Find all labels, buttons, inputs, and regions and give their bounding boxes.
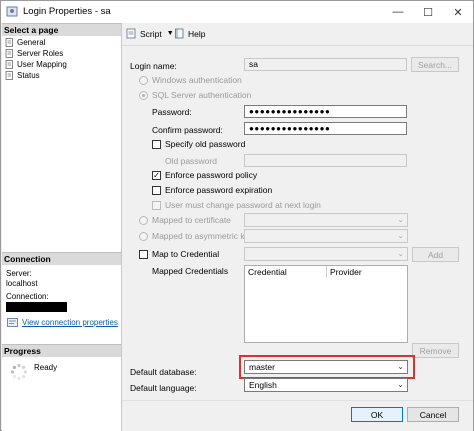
specify-old-password-label: Specify old password: [165, 139, 246, 149]
page-item-user-mapping[interactable]: User Mapping: [5, 59, 67, 69]
minimize-button[interactable]: —: [383, 1, 413, 23]
select-page-header: Select a page: [2, 23, 121, 36]
cancel-button[interactable]: Cancel: [407, 407, 459, 422]
page-icon: [5, 70, 13, 80]
redacted-connection-value: [6, 302, 67, 312]
default-language-dropdown[interactable]: English ⌄: [244, 378, 408, 392]
progress-status: Ready: [34, 363, 58, 372]
close-button[interactable]: ✕: [443, 1, 473, 23]
password-field[interactable]: ●●●●●●●●●●●●●●●: [244, 105, 407, 118]
server-label: Server:: [6, 269, 32, 278]
windows-auth-label: Windows authentication: [152, 75, 242, 85]
mapped-asym-key-label: Mapped to asymmetric key: [152, 231, 254, 241]
page-item-status[interactable]: Status: [5, 70, 40, 80]
password-label: Password:: [152, 107, 192, 117]
help-icon: [175, 28, 184, 39]
mapped-credentials-grid[interactable]: Credential Provider: [244, 265, 408, 343]
close-icon: ✕: [453, 6, 463, 19]
page-item-label: User Mapping: [17, 59, 67, 69]
view-connection-properties-link[interactable]: View connection properties: [7, 318, 118, 327]
enforce-policy-checkbox[interactable]: ✓: [152, 171, 161, 180]
connection-properties-icon: [7, 318, 18, 327]
page-item-label: Status: [17, 70, 40, 80]
toolbar: Script ▼ Help: [122, 23, 473, 46]
login-name-label: Login name:: [130, 61, 177, 71]
windows-auth-radio[interactable]: [139, 76, 148, 85]
mapped-asym-key-radio[interactable]: [139, 232, 148, 241]
add-credential-button[interactable]: Add: [412, 247, 459, 262]
map-credential-label: Map to Credential: [152, 249, 220, 259]
page-item-server-roles[interactable]: Server Roles: [5, 48, 63, 58]
help-button[interactable]: Help: [174, 28, 205, 39]
mapped-certificate-label: Mapped to certificate: [152, 215, 231, 225]
page-icon: [5, 48, 13, 58]
page-icon: [5, 59, 13, 69]
help-label: Help: [188, 28, 206, 39]
view-connection-link-text: View connection properties: [22, 318, 118, 327]
chevron-down-icon: ⌄: [397, 249, 404, 258]
remove-credential-button[interactable]: Remove: [412, 343, 459, 358]
maximize-button[interactable]: ☐: [413, 1, 443, 23]
confirm-password-field[interactable]: ●●●●●●●●●●●●●●●: [244, 122, 407, 135]
asym-key-dropdown[interactable]: ⌄: [244, 229, 408, 243]
default-language-label: Default language:: [130, 383, 197, 393]
credential-dropdown[interactable]: ⌄: [244, 247, 408, 261]
minimize-icon: —: [392, 6, 404, 18]
mapped-credentials-label: Mapped Credentials: [152, 266, 229, 276]
left-pane: Select a page General Server Roles User …: [2, 23, 122, 431]
login-icon: [6, 6, 18, 17]
maximize-icon: ☐: [423, 6, 433, 19]
dialog-button-bar: OK Cancel: [122, 400, 473, 431]
search-button[interactable]: Search...: [411, 57, 459, 72]
connection-header: Connection: [2, 252, 121, 265]
sql-auth-radio[interactable]: [139, 91, 148, 100]
enforce-policy-label: Enforce password policy: [165, 170, 258, 180]
progress-header: Progress: [2, 344, 121, 357]
sql-auth-label: SQL Server authentication: [152, 90, 252, 100]
confirm-password-label: Confirm password:: [152, 125, 223, 135]
page-item-general[interactable]: General: [5, 37, 45, 47]
server-value: localhost: [6, 279, 38, 288]
window-title: Login Properties - sa: [23, 6, 111, 17]
enforce-expiration-checkbox[interactable]: [152, 186, 161, 195]
page-item-label: Server Roles: [17, 48, 64, 58]
mapped-certificate-radio[interactable]: [139, 216, 148, 225]
page-icon: [5, 37, 13, 47]
login-properties-window: Login Properties - sa — ☐ ✕ Select a pag…: [0, 0, 474, 431]
page-item-label: General: [17, 37, 46, 47]
chevron-down-icon: ⌄: [397, 215, 404, 224]
login-name-field[interactable]: sa: [244, 58, 407, 71]
old-password-field[interactable]: [244, 154, 407, 167]
must-change-label: User must change password at next login: [165, 200, 321, 210]
chevron-down-icon: ⌄: [397, 380, 404, 389]
connection-label: Connection:: [6, 292, 49, 301]
default-database-label: Default database:: [130, 367, 197, 377]
grid-header-provider[interactable]: Provider: [327, 266, 407, 278]
script-button[interactable]: Script ▼: [126, 28, 174, 39]
ok-button[interactable]: OK: [351, 407, 403, 422]
must-change-checkbox[interactable]: [152, 201, 161, 210]
certificate-dropdown[interactable]: ⌄: [244, 213, 408, 227]
chevron-down-icon: ⌄: [397, 231, 404, 240]
old-password-label: Old password: [165, 156, 217, 166]
chevron-down-icon: ▼: [166, 30, 174, 37]
progress-spinner-icon: [10, 363, 28, 381]
script-icon: [126, 28, 136, 39]
enforce-expiration-label: Enforce password expiration: [165, 185, 273, 195]
specify-old-password-checkbox[interactable]: [152, 140, 161, 149]
title-bar[interactable]: Login Properties - sa — ☐ ✕: [1, 1, 473, 23]
map-credential-checkbox[interactable]: [139, 250, 148, 259]
highlight-box: [239, 355, 415, 379]
grid-header-credential[interactable]: Credential: [245, 266, 327, 278]
checkmark-icon: ✓: [153, 171, 160, 180]
script-label: Script: [140, 28, 162, 39]
default-language-value: English: [249, 380, 277, 390]
